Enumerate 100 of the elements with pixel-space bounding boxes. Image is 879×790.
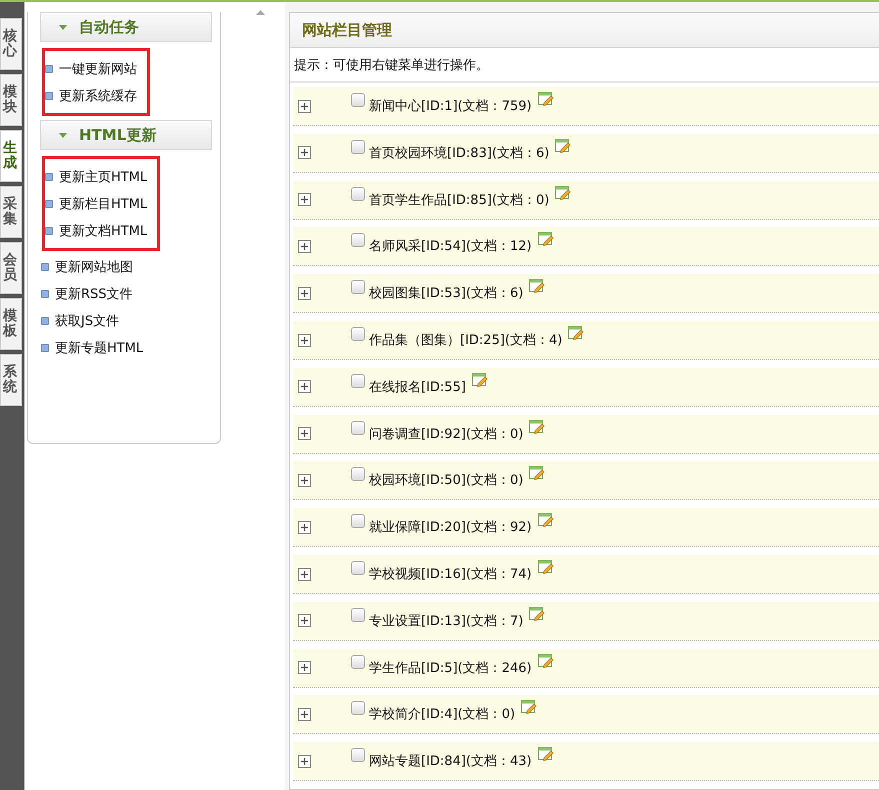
bullet-icon — [45, 64, 53, 72]
edit-icon[interactable] — [538, 512, 554, 528]
category-label: 校园环境[ID:50](文档：0) — [369, 472, 524, 490]
category-row[interactable]: 首页校园环境[ID:83](文档：6) — [293, 134, 879, 173]
expand-icon[interactable] — [298, 520, 311, 534]
bullet-icon — [41, 290, 49, 298]
checkbox[interactable] — [351, 280, 365, 294]
menu-link[interactable]: 更新主页HTML — [59, 168, 148, 186]
edit-icon[interactable] — [529, 418, 546, 434]
menu-link[interactable]: 更新网站地图 — [55, 258, 133, 276]
category-label: 在线报名[ID:55] — [369, 378, 466, 396]
edit-icon[interactable] — [555, 184, 572, 200]
expand-icon[interactable] — [298, 708, 311, 721]
menu-link[interactable]: 更新栏目HTML — [59, 194, 148, 212]
category-row[interactable]: 校园环境[ID:50](文档：0) — [293, 461, 879, 500]
category-row[interactable]: 网站专题[ID:84](文档：43) — [293, 742, 879, 782]
category-row[interactable]: 校园图集[ID:53](文档：6) — [293, 274, 879, 314]
menu-link[interactable]: 更新专题HTML — [55, 338, 144, 356]
edit-icon[interactable] — [529, 606, 546, 621]
section-header[interactable]: HTML更新 — [40, 120, 212, 150]
category-row[interactable]: 学生作品[ID:5](文档：246) — [293, 648, 879, 688]
edit-icon[interactable] — [538, 746, 554, 762]
menu-link[interactable]: 获取JS文件 — [55, 312, 120, 330]
side-tab[interactable]: 会员 — [0, 242, 22, 294]
expand-icon[interactable] — [298, 286, 311, 300]
checkbox[interactable] — [351, 140, 365, 154]
bullet-icon — [41, 262, 49, 270]
bullet-icon — [41, 344, 49, 352]
category-row[interactable]: 名师风采[ID:54](文档：12) — [293, 227, 879, 266]
section-title: 自动任务 — [79, 18, 139, 36]
edit-icon[interactable] — [529, 278, 546, 294]
category-row[interactable]: 问卷调查[ID:92](文档：0) — [293, 414, 879, 454]
menu-link[interactable]: 更新文档HTML — [59, 222, 148, 240]
side-tab[interactable]: 生成 — [0, 130, 22, 182]
category-row[interactable]: 在线报名[ID:55] — [293, 368, 879, 407]
menu-link[interactable]: 更新系统缓存 — [59, 86, 137, 104]
category-label: 名师风采[ID:54](文档：12) — [369, 238, 532, 256]
scroll-up-icon[interactable] — [256, 10, 264, 15]
edit-icon[interactable] — [529, 465, 546, 480]
side-tab[interactable]: 系统 — [0, 354, 22, 406]
category-row[interactable]: 专业设置[ID:13](文档：7) — [293, 602, 879, 641]
side-tab[interactable]: 模板 — [0, 298, 22, 350]
expand-icon[interactable] — [298, 568, 311, 581]
checkbox[interactable] — [351, 561, 365, 576]
category-row[interactable]: 学校简介[ID:4](文档：0) — [293, 695, 879, 734]
category-label: 校园图集[ID:53](文档：6) — [369, 285, 524, 302]
checkbox[interactable] — [351, 93, 365, 108]
category-label: 网站专题[ID:84](文档：43) — [369, 753, 532, 770]
checkbox[interactable] — [351, 654, 365, 669]
checkbox[interactable] — [351, 608, 365, 622]
edit-icon[interactable] — [538, 559, 554, 574]
checkbox[interactable] — [351, 233, 365, 248]
category-row[interactable]: 作品集（图集）[ID:25](文档：4) — [293, 321, 879, 360]
category-row[interactable]: 就业保障[ID:20](文档：92) — [293, 508, 879, 548]
expand-icon[interactable] — [298, 146, 311, 160]
checkbox[interactable] — [351, 514, 365, 528]
expand-icon[interactable] — [298, 661, 311, 674]
category-row[interactable]: 首页学生作品[ID:85](文档：0) — [293, 180, 879, 220]
checkbox[interactable] — [351, 748, 365, 762]
hint-text: 提示：可使用右键菜单进行操作。 — [290, 48, 879, 84]
side-tab[interactable]: 采集 — [0, 186, 22, 238]
category-label: 专业设置[ID:13](文档：7) — [369, 612, 524, 630]
checkbox[interactable] — [351, 327, 365, 342]
checkbox[interactable] — [351, 374, 365, 388]
menu-link[interactable]: 更新RSS文件 — [55, 284, 133, 302]
section-header[interactable]: 自动任务 — [40, 12, 212, 42]
expand-icon[interactable] — [298, 380, 311, 394]
edit-icon[interactable] — [472, 372, 488, 387]
bullet-icon — [45, 226, 53, 234]
expand-icon[interactable] — [298, 334, 311, 347]
expand-icon[interactable] — [298, 614, 311, 628]
expand-icon[interactable] — [298, 100, 311, 113]
expand-icon[interactable] — [298, 474, 311, 487]
edit-icon[interactable] — [568, 325, 584, 340]
category-row[interactable]: 新闻中心[ID:1](文档：759) — [293, 87, 879, 126]
expand-icon[interactable] — [298, 754, 311, 768]
checkbox[interactable] — [351, 701, 365, 716]
section-title: HTML更新 — [79, 126, 156, 144]
category-label: 首页学生作品[ID:85](文档：0) — [369, 192, 550, 209]
bullet-icon — [45, 200, 53, 208]
expand-icon[interactable] — [298, 427, 311, 440]
category-label: 新闻中心[ID:1](文档：759) — [369, 98, 532, 116]
side-tab[interactable]: 核心 — [0, 18, 22, 70]
edit-icon[interactable] — [521, 699, 538, 714]
category-label: 问卷调查[ID:92](文档：0) — [369, 426, 524, 443]
expand-icon[interactable] — [298, 193, 311, 206]
side-tab[interactable]: 模块 — [0, 74, 22, 126]
edit-icon[interactable] — [538, 91, 554, 106]
category-label: 作品集（图集）[ID:25](文档：4) — [369, 332, 562, 350]
menu-link[interactable]: 一键更新网站 — [59, 60, 137, 78]
edit-icon[interactable] — [555, 138, 572, 153]
category-row[interactable]: 学校视频[ID:16](文档：74) — [293, 555, 879, 594]
edit-icon[interactable] — [538, 652, 554, 668]
checkbox[interactable] — [351, 467, 365, 482]
expand-icon[interactable] — [298, 240, 311, 253]
bullet-icon — [41, 316, 49, 324]
checkbox[interactable] — [351, 186, 365, 201]
category-label: 学校简介[ID:4](文档：0) — [369, 706, 516, 724]
edit-icon[interactable] — [538, 231, 554, 246]
checkbox[interactable] — [351, 420, 365, 435]
